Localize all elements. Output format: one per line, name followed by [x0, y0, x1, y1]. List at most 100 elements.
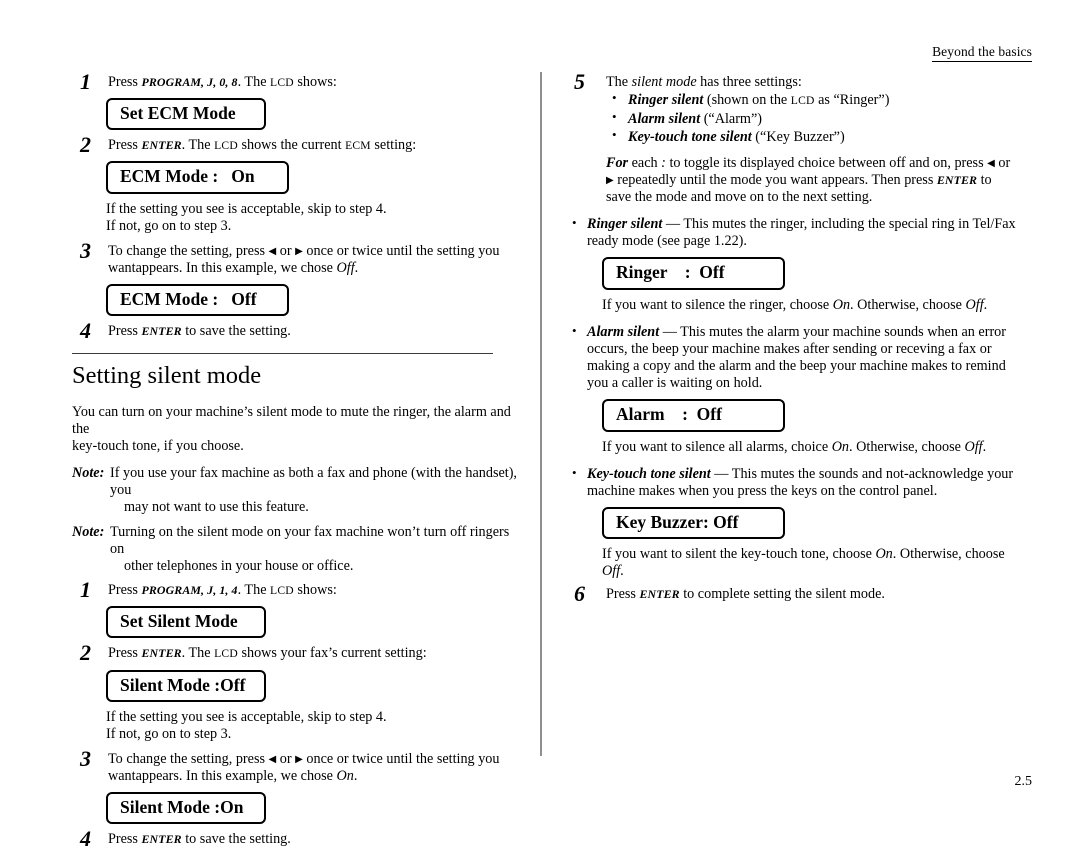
setting-bullet-alarm: Alarm silent (“Alarm”): [606, 109, 1020, 128]
step-text-post: . The: [181, 645, 215, 662]
step-2-ecm: 2 Press ENTER. The LCD shows the current…: [72, 132, 522, 157]
setting-name: Key-touch tone silent: [628, 129, 752, 146]
lcd-abbrev: LCD: [270, 76, 294, 89]
lead-text-b: has three settings:: [696, 74, 802, 90]
step-2-ecm-text: Press ENTER. The LCD shows the current E…: [108, 137, 522, 154]
lcd-display-ecm-mode-on: ECM Mode : On: [106, 161, 289, 194]
key-follow-b: . Otherwise, choose: [892, 546, 1005, 563]
lcd-box-set-silent-wrap: Set Silent Mode: [106, 606, 522, 639]
key-enter: ENTER: [141, 832, 182, 847]
step-number: 2: [80, 640, 91, 666]
step-text-mid: shows the current: [237, 137, 346, 154]
ringer-follow-a: If you want to silence the ringer, choos…: [602, 296, 833, 313]
note-2: Note: Turning on the silent mode on your…: [72, 524, 522, 576]
em-dash: —: [659, 323, 681, 340]
lcd-box-set-ecm-wrap: Set ECM Mode: [106, 98, 522, 131]
em-dash: —: [662, 216, 684, 233]
lcd-abbrev: LCD: [790, 94, 815, 108]
step-text-pre: Press: [606, 586, 640, 603]
step-text-post: to complete setting the silent mode.: [679, 586, 885, 603]
accept-line-1: If the setting you see is acceptable, sk…: [106, 200, 387, 217]
step-text-post: . The: [237, 582, 271, 599]
option-off: Off: [964, 438, 983, 455]
step-2-silent-text: Press ENTER. The LCD shows your fax’s cu…: [108, 645, 522, 662]
step-number: 1: [80, 577, 91, 603]
ecm-abbrev: ECM: [345, 139, 371, 153]
accept2-line-2: If not, go on to step 3.: [106, 725, 232, 742]
running-header: Beyond the basics: [932, 44, 1032, 62]
key-enter: ENTER: [639, 587, 680, 602]
for-each-paragraph: For each : to toggle its displayed choic…: [606, 155, 1020, 207]
step-text-or: or: [276, 242, 296, 259]
step-text-or: or: [276, 751, 296, 767]
step-text-d: .: [353, 768, 358, 785]
lcd-abbrev: LCD: [270, 584, 294, 598]
key-enter: ENTER: [936, 172, 978, 187]
step-text-end: shows:: [293, 582, 337, 599]
ringer-line-1: This mutes the ringer, including the spe…: [683, 216, 1016, 233]
bullet-ringer-silent: Ringer silent — This mutes the ringer, i…: [570, 215, 1020, 250]
step-1-silent-text: Press PROGRAM, J, 1, 4. The LCD shows:: [108, 582, 522, 599]
step-text-post: to save the setting.: [181, 323, 291, 340]
ringer-follow-up: If you want to silence the ringer, choos…: [602, 297, 1020, 314]
step-text-pre: Press: [108, 137, 142, 154]
lcd-abbrev: LCD: [214, 647, 238, 661]
bullet-key-touch-silent: Key-touch tone silent — This mutes the s…: [570, 465, 1020, 500]
key-sequence: PROGRAM, J, 1, 4: [141, 583, 238, 598]
note-1-line-2: may not want to use this feature.: [124, 499, 309, 516]
key-touch-term: Key-touch tone silent: [587, 465, 711, 482]
lead-text-a: The: [606, 74, 632, 90]
ringer-silent-term: Ringer silent: [587, 216, 663, 233]
key-enter: ENTER: [141, 646, 182, 661]
step-3-ecm: 3 To change the setting, press ◀ or ▶ on…: [72, 238, 522, 277]
setting-detail-a: (“Key Buzzer”): [751, 129, 845, 146]
step-number: 3: [80, 237, 91, 263]
step-number: 6: [574, 581, 585, 607]
lcd-box-key-buzzer-wrap: Key Buzzer: Off: [602, 507, 1020, 540]
setting-detail-b: as “Ringer”): [814, 92, 890, 109]
step-text-pre: Press: [108, 323, 142, 340]
column-divider: [540, 72, 543, 756]
alarm-follow-c: .: [982, 438, 987, 455]
step-number: 2: [80, 132, 91, 158]
alarm-line-3: copy and the alarm and the beep your mac…: [587, 358, 1006, 392]
step-number: 4: [80, 826, 91, 852]
lcd-box-alarm-wrap: Alarm : Off: [602, 399, 1020, 432]
step-number: 1: [80, 69, 91, 94]
step-text-pre: Press: [108, 74, 142, 90]
right-arrow-icon: ▶: [295, 245, 303, 257]
choice-value: Off: [336, 260, 355, 277]
right-arrow-icon: ▶: [606, 174, 614, 186]
step-1-ecm: 1 Press PROGRAM, J, 0, 8. The LCD shows:: [72, 69, 522, 94]
document-page: Beyond the basics 1 Press PROGRAM, J, 0,…: [0, 0, 1080, 851]
page-number: 2.5: [1014, 774, 1033, 789]
step-text-end: shows:: [293, 74, 337, 90]
option-on: On: [875, 546, 893, 563]
for-text-b: to toggle its displayed choice between o…: [665, 154, 988, 171]
step-text-c: appears. In this example, we chose: [135, 260, 337, 277]
step-5-lead: The silent mode has three settings:: [606, 74, 1020, 91]
step-text-a: To change the setting, press: [108, 751, 269, 767]
keytouch-line-1: This mutes the sounds and not-acknowledg…: [731, 465, 1014, 482]
step-4-silent: 4 Press ENTER to save the setting.: [72, 826, 522, 851]
setting-detail-a: (shown on the: [703, 92, 791, 109]
step-text-pre: Press: [108, 645, 142, 662]
note-2-line-2: other telephones in your house or office…: [124, 557, 354, 574]
lcd-box-ecm-off-wrap: ECM Mode : Off: [106, 284, 522, 317]
step-4-ecm-text: Press ENTER to save the setting.: [108, 323, 522, 340]
for-text-c: repeatedly until the mode you want appea…: [617, 171, 937, 188]
step-2-silent: 2 Press ENTER. The LCD shows your fax’s …: [72, 640, 522, 665]
intro-line-2: key-touch tone, if you choose.: [72, 437, 244, 454]
left-column: 1 Press PROGRAM, J, 0, 8. The LCD shows:…: [72, 69, 522, 851]
lcd-display-ringer-off: Ringer : Off: [602, 257, 785, 290]
step-3-silent: 3 To change the setting, press ◀ or ▶ on…: [72, 746, 522, 785]
intro-line-1: You can turn on your machine’s silent mo…: [72, 403, 511, 437]
note-label: Note:: [72, 465, 105, 482]
lcd-display-key-buzzer-off: Key Buzzer: Off: [602, 507, 785, 540]
ringer-follow-c: .: [983, 296, 988, 313]
note-1-line-1: If you use your fax machine as both a fa…: [110, 465, 517, 499]
step-text-d: .: [354, 260, 359, 277]
section-title: Setting silent mode: [72, 361, 262, 389]
section-intro: You can turn on your machine’s silent mo…: [72, 404, 522, 456]
left-arrow-icon: ◀: [987, 157, 995, 169]
